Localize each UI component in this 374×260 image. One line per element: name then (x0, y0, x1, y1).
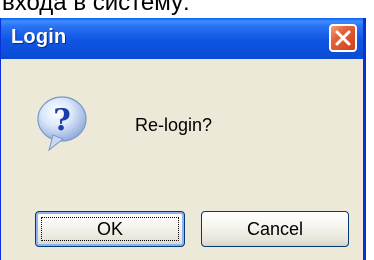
cancel-button[interactable]: Cancel (201, 211, 349, 247)
close-icon (335, 30, 351, 46)
title-bar[interactable]: Login (1, 18, 363, 59)
dialog-message: Re-login? (135, 115, 213, 135)
close-button[interactable] (329, 24, 357, 52)
dialog-title: Login (11, 26, 67, 48)
cancel-button-label: Cancel (246, 218, 304, 239)
ok-button[interactable]: OK (35, 211, 185, 247)
ok-button-label: OK (96, 218, 123, 239)
svg-text:?: ? (53, 103, 71, 138)
login-dialog: Login ? Re-login? OK Cancel (0, 18, 366, 260)
question-icon: ? (37, 96, 87, 152)
dialog-body: ? Re-login? OK Cancel (1, 59, 363, 260)
background-caption: входа в систему: (2, 0, 190, 16)
